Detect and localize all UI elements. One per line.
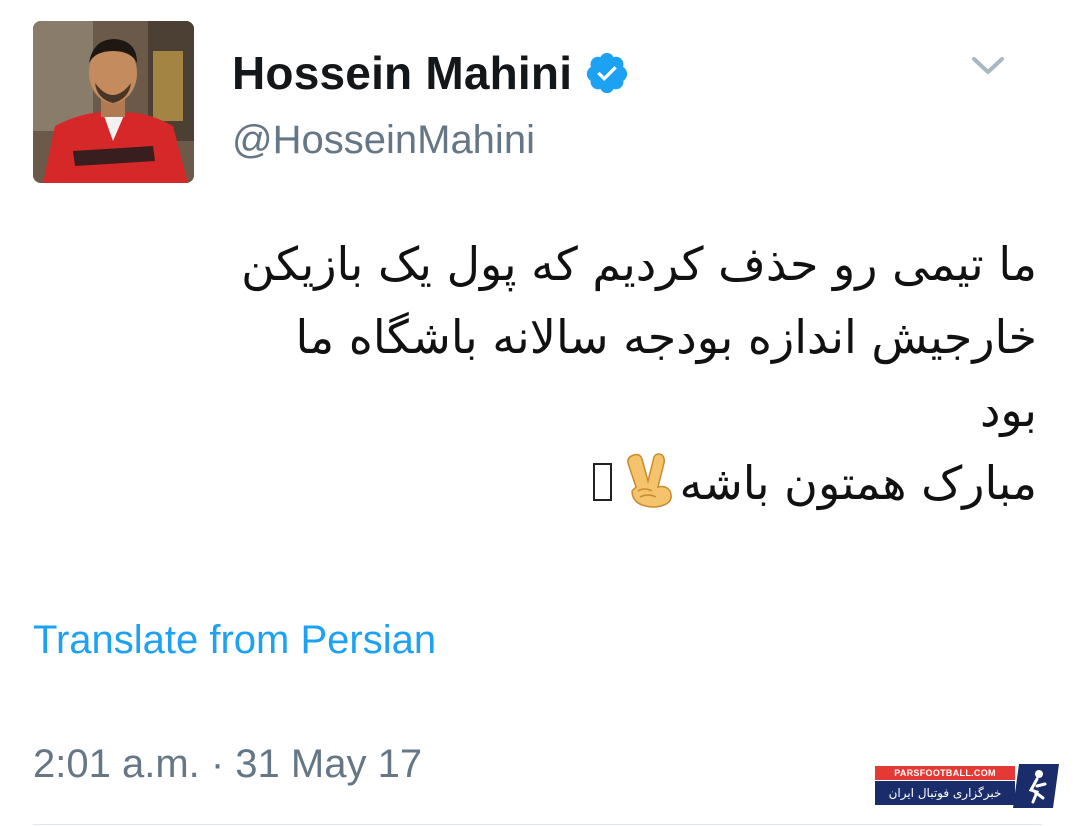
divider (33, 824, 1042, 825)
watermark-site: PARSFOOTBALL.COM (875, 766, 1015, 780)
display-name[interactable]: Hossein Mahini (232, 46, 630, 100)
watermark-logo: PARSFOOTBALL.COM خبرگزاری فوتبال ایران (875, 762, 1060, 812)
tweet-timestamp[interactable]: 2:01 a.m. · 31 May 17 (33, 742, 422, 787)
verified-badge-icon (584, 50, 630, 96)
chevron-down-icon[interactable] (970, 54, 1006, 78)
victory-hand-emoji-icon (620, 451, 680, 509)
translate-link[interactable]: Translate from Persian (33, 618, 436, 663)
tweet-line-text: مبارک همتون باشه (679, 456, 1037, 510)
tweet-line: خارجیش اندازه بودجه سالانه باشگاه ما (295, 310, 1037, 364)
display-name-text: Hossein Mahini (232, 47, 573, 99)
user-handle[interactable]: @HosseinMahini (232, 118, 535, 163)
watermark-tagline: خبرگزاری فوتبال ایران (875, 781, 1015, 805)
tweet-text: ما تیمی رو حذف کردیم که پول یک بازیکن خا… (37, 228, 1037, 520)
tweet-line: ما تیمی رو حذف کردیم که پول یک بازیکن (241, 237, 1037, 291)
avatar[interactable] (33, 21, 194, 183)
tweet-line: بود (979, 383, 1037, 437)
missing-glyph-box-icon (592, 463, 612, 501)
tweet-line-last: مبارک همتون باشه (37, 447, 1037, 520)
parsfootball-logo-icon (1013, 764, 1059, 808)
profile-photo-icon (33, 21, 194, 183)
